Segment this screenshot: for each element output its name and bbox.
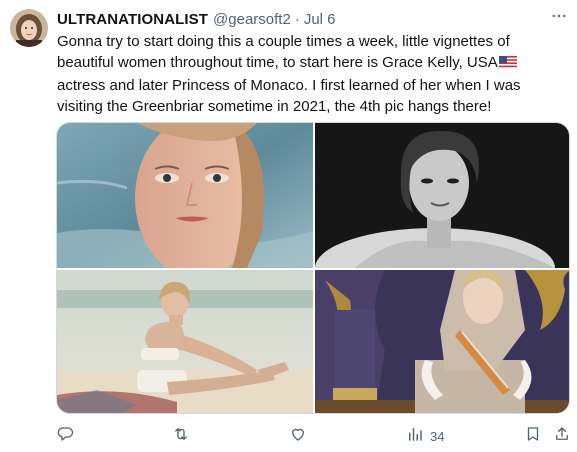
action-bar: 34: [56, 424, 570, 448]
user-handle[interactable]: @gearsoft2: [213, 11, 291, 28]
reply-button[interactable]: [56, 424, 74, 448]
us-flag-icon: [498, 54, 518, 75]
photo-1[interactable]: [57, 123, 313, 268]
photo-2[interactable]: [315, 123, 569, 268]
bookmark-button[interactable]: [524, 424, 542, 448]
tweet-text: Gonna try to start doing this a couple t…: [57, 31, 567, 117]
share-button[interactable]: [553, 424, 571, 448]
reply-icon: [56, 425, 74, 448]
tweet-text-part-2: actress and later Princess of Monaco. I …: [57, 77, 521, 115]
views-button[interactable]: 34: [406, 424, 444, 448]
share-icon: [553, 425, 571, 448]
like-icon: [289, 425, 307, 448]
like-button[interactable]: [289, 424, 307, 448]
views-count: 34: [430, 428, 445, 444]
display-name[interactable]: ULTRANATIONALIST: [57, 11, 208, 28]
views-icon: [406, 425, 424, 448]
photo-3[interactable]: [57, 270, 313, 413]
repost-icon: [172, 425, 190, 448]
more-options-icon[interactable]: [547, 4, 571, 28]
avatar[interactable]: [10, 9, 48, 47]
separator-dot: ·: [294, 10, 300, 28]
photo-4[interactable]: [315, 270, 569, 413]
tweet-header: ULTRANATIONALIST @gearsoft2 · Jul 6: [57, 9, 567, 29]
media-grid: [56, 122, 570, 414]
tweet-date[interactable]: Jul 6: [304, 11, 336, 28]
bookmark-icon: [524, 425, 542, 448]
tweet-text-part-1: Gonna try to start doing this a couple t…: [57, 33, 510, 71]
repost-button[interactable]: [172, 424, 190, 448]
